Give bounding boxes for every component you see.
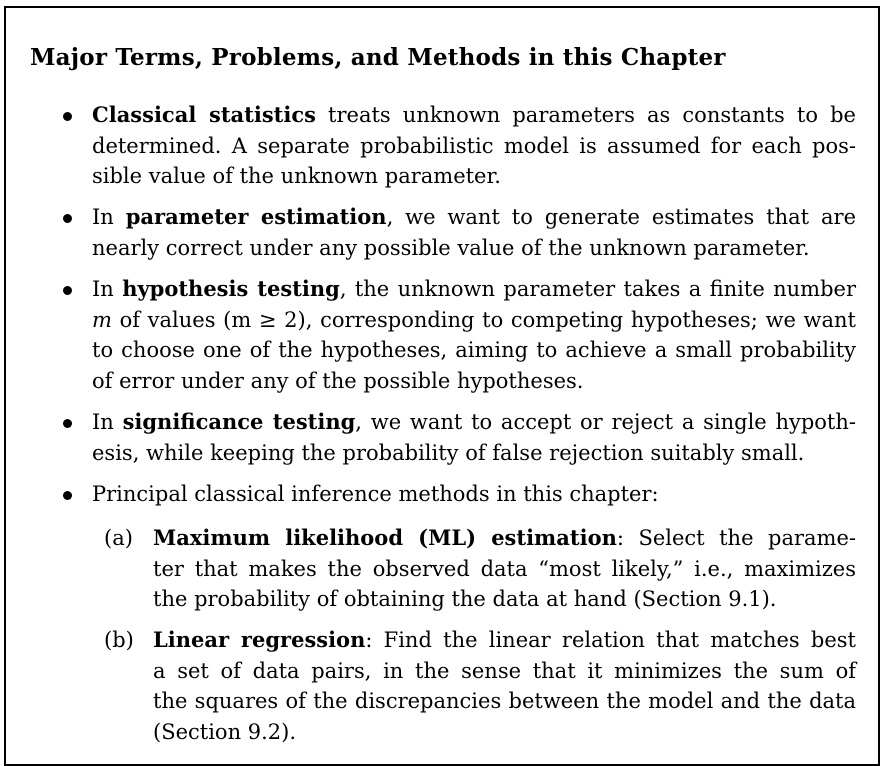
term-classical-statistics: Classical statistics bbox=[92, 102, 316, 127]
text-line: nearly correct under any possible value … bbox=[92, 235, 810, 260]
bullet-classical-statistics: Classical statistics treats unknown para… bbox=[92, 100, 856, 192]
text-line: In hypothesis testing, the unknown param… bbox=[92, 274, 856, 305]
text-fragment: , the unknown parameter takes a finite n… bbox=[339, 277, 857, 301]
text-fragment: , we want to generate estimates that are bbox=[386, 205, 856, 229]
text-fragment: In bbox=[92, 205, 126, 229]
bullet-principal-methods: Principal classical inference methods in… bbox=[92, 479, 856, 510]
bullet-parameter-estimation: In parameter estimation, we want to gene… bbox=[92, 202, 856, 263]
text-line: ter that makes the observed data “most l… bbox=[153, 556, 856, 581]
term-significance-testing: significance testing bbox=[122, 409, 356, 434]
subitem-marker-b: (b) bbox=[104, 628, 134, 652]
bullet-icon bbox=[63, 112, 72, 121]
text-line: a set of data pairs, in the sense that i… bbox=[153, 658, 856, 683]
text-fragment: : Find the linear relation that matches … bbox=[365, 628, 856, 652]
bullet-icon bbox=[63, 214, 72, 223]
bullet-hypothesis-testing: In hypothesis testing, the unknown param… bbox=[92, 274, 856, 396]
bullet-icon bbox=[63, 491, 72, 500]
subitem-linear-regression: Linear regression: Find the linear relat… bbox=[153, 625, 856, 747]
text-line: to choose one of the hypotheses, aiming … bbox=[92, 338, 856, 362]
bullet-significance-testing: In significance testing, we want to acce… bbox=[92, 407, 856, 468]
text-line: In significance testing, we want to acce… bbox=[92, 407, 856, 438]
text-line: In parameter estimation, we want to gene… bbox=[92, 202, 856, 233]
text-line: sible value of the unknown parameter. bbox=[92, 164, 501, 188]
term-hypothesis-testing: hypothesis testing bbox=[122, 276, 340, 301]
chapter-summary-title: Major Terms, Problems, and Methods in th… bbox=[30, 44, 726, 71]
text-line: m of values (m ≥ 2), corresponding to co… bbox=[92, 305, 856, 336]
text-fragment: : Select the parame- bbox=[616, 526, 856, 550]
text-fragment: treats unknown parameters as constants t… bbox=[315, 103, 856, 127]
text-line: determined. A separate probabilistic mod… bbox=[92, 133, 856, 158]
bullet-icon bbox=[63, 286, 72, 295]
text-line: of error under any of the possible hypot… bbox=[92, 368, 584, 393]
term-linear-regression: Linear regression bbox=[153, 627, 366, 652]
text-line: Maximum likelihood (ML) estimation: Sele… bbox=[153, 523, 856, 554]
text-line: the probability of obtaining the data at… bbox=[153, 587, 777, 611]
text-fragment: , we want to accept or reject a single h… bbox=[355, 410, 856, 434]
subitem-ml-estimation: Maximum likelihood (ML) estimation: Sele… bbox=[153, 523, 856, 615]
subitem-marker-a: (a) bbox=[104, 526, 133, 550]
text-fragment: of values (m ≥ 2), corresponding to comp… bbox=[111, 307, 856, 332]
text-line: Linear regression: Find the linear relat… bbox=[153, 625, 856, 656]
text-line: (Section 9.2). bbox=[153, 719, 297, 744]
text-fragment: In bbox=[92, 277, 123, 301]
math-variable-m: m bbox=[92, 307, 112, 332]
text-fragment: In bbox=[92, 410, 123, 434]
text-line: Classical statistics treats unknown para… bbox=[92, 100, 856, 131]
bullet-icon bbox=[63, 419, 72, 428]
term-ml-estimation: Maximum likelihood (ML) estimation bbox=[153, 525, 617, 550]
term-parameter-estimation: parameter estimation bbox=[125, 204, 387, 229]
text-line: Principal classical inference methods in… bbox=[92, 482, 659, 506]
text-line: esis, while keeping the probability of f… bbox=[92, 440, 805, 465]
text-line: the squares of the discrepancies between… bbox=[153, 689, 856, 713]
